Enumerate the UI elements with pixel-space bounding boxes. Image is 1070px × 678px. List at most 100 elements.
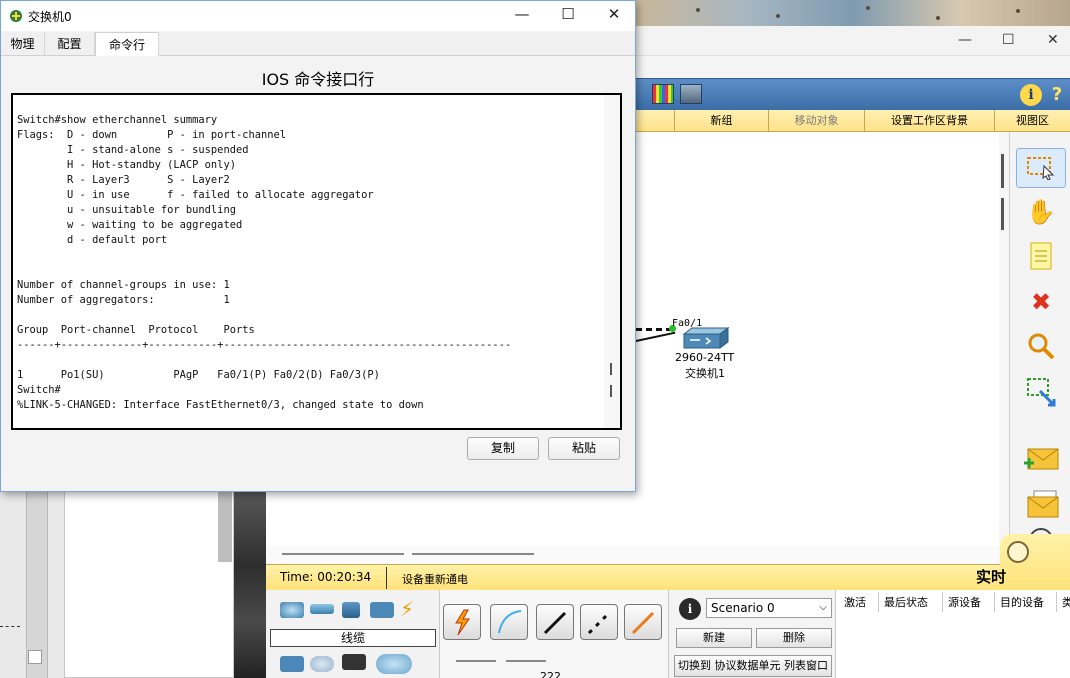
time-separator	[386, 567, 387, 589]
workspace-horizontal-scrollbar[interactable]	[266, 546, 999, 564]
cable-panel-scroll-thumb[interactable]	[456, 660, 496, 662]
column-header-destination[interactable]: 目的设备	[1000, 594, 1044, 610]
column-divider	[1056, 592, 1057, 612]
clock-icon[interactable]	[1007, 541, 1029, 563]
cable-panel-scroll-thumb-2[interactable]	[506, 660, 546, 662]
scenario-select[interactable]: Scenario 0 ⌵	[706, 598, 832, 618]
scenario-selected-value: Scenario 0	[711, 601, 775, 615]
tab-cli[interactable]: 命令行	[95, 32, 159, 56]
close-icon[interactable]: ✕	[591, 5, 637, 23]
time-bar: Time: 00:20:34 设备重新通电	[266, 564, 1000, 590]
terminal-line: Switch#	[17, 384, 61, 396]
toggle-pdu-list-button[interactable]: 切换到 协议数据单元 列表窗口	[674, 655, 832, 677]
straight-through-cable-button[interactable]	[536, 604, 574, 640]
maximize-icon[interactable]: ☐	[1002, 32, 1015, 48]
switch-category-icon[interactable]	[310, 604, 334, 614]
terminal-line: 1 Po1(SU) PAgP Fa0/1(P) Fa0/2(D) Fa0/3(P…	[17, 369, 380, 381]
fiber-cable-button[interactable]	[624, 604, 662, 640]
column-header-fire[interactable]: 激活	[844, 594, 866, 610]
wan-emulation-icon[interactable]	[310, 656, 334, 672]
terminal-line: w - waiting to be aggregated	[17, 219, 243, 231]
scenario-info-icon[interactable]: i	[679, 598, 701, 620]
left-dashed-line	[0, 626, 20, 627]
set-background-button[interactable]: 设置工作区背景	[864, 110, 994, 132]
palette-icon[interactable]	[652, 84, 674, 104]
terminal-output[interactable]: Switch#show etherchannel summary Flags: D…	[17, 113, 605, 413]
terminal-line: %LINK-5-CHANGED: Interface FastEthernet0…	[17, 399, 424, 411]
delete-scenario-button[interactable]: 删除	[756, 628, 832, 648]
switch-app-icon	[9, 9, 23, 23]
tab-config[interactable]: 配置	[45, 32, 95, 56]
logical-workspace-bar: 新组 移动对象 设置工作区背景 视图区	[636, 110, 1070, 132]
left-small-box[interactable]	[28, 650, 42, 664]
close-icon[interactable]: ✕	[1047, 32, 1059, 48]
viewport-button[interactable]: 视图区	[994, 110, 1070, 132]
paste-button[interactable]: 粘贴	[548, 437, 620, 460]
help-icon[interactable]: ?	[1046, 84, 1068, 106]
left-panel-list	[64, 490, 234, 678]
column-header-type[interactable]: 类	[1062, 594, 1070, 610]
tab-physical[interactable]: 物理	[1, 32, 45, 56]
connections-icon[interactable]: ⚡	[400, 599, 426, 620]
delete-tool-icon[interactable]: ✖	[1016, 282, 1066, 322]
main-toolbar: i ?	[636, 78, 1070, 110]
left-panel-scrollbar[interactable]	[218, 490, 232, 562]
terminal-line: H - Hot-standby (LACP only)	[17, 159, 236, 171]
crossover-cable-button[interactable]	[580, 604, 618, 640]
copy-button[interactable]: 复制	[467, 437, 539, 460]
note-tool-icon[interactable]	[1016, 236, 1066, 276]
power-cycle-button[interactable]: 设备重新通电	[402, 571, 468, 587]
cli-heading: IOS 命令接口行	[261, 70, 375, 89]
switch-config-dialog: 交换机0 — ☐ ✕ 物理 配置 命令行 IOS 命令接口行 Switch#sh…	[0, 0, 636, 492]
device-model-label: 2960-24TT	[675, 351, 735, 364]
cable-dashed[interactable]	[636, 328, 672, 331]
router-icon[interactable]	[280, 602, 304, 618]
workspace-vertical-scrollbar[interactable]	[999, 132, 1009, 564]
column-divider	[994, 592, 995, 612]
dialog-title: 交换机0	[28, 10, 72, 24]
device-name-label: 交换机1	[685, 367, 725, 380]
new-cluster-button[interactable]: 新组	[674, 110, 768, 132]
column-header-source[interactable]: 源设备	[948, 594, 981, 610]
add-simple-pdu-icon[interactable]	[1016, 438, 1066, 478]
terminal-line: I - stand-alone s - suspended	[17, 144, 249, 156]
custom-device-icon[interactable]	[342, 654, 366, 670]
terminal-line: Group Port-channel Protocol Ports	[17, 324, 255, 336]
info-icon[interactable]: i	[1020, 84, 1042, 106]
column-divider	[878, 592, 879, 612]
terminal-line: Switch#show etherchannel summary	[17, 114, 218, 126]
hub-icon[interactable]	[342, 602, 360, 618]
wireless-icon[interactable]	[370, 602, 394, 618]
auto-cable-button[interactable]	[443, 604, 481, 640]
end-device-icon[interactable]	[280, 656, 304, 672]
terminal-line: U - in use f - failed to allocate aggreg…	[17, 189, 374, 201]
terminal-line: Number of aggregators: 1	[17, 294, 230, 306]
console-cable-button[interactable]	[490, 604, 528, 640]
minimize-icon[interactable]: —	[958, 32, 972, 48]
terminal-line: d - default port	[17, 234, 168, 246]
multiuser-icon[interactable]	[376, 654, 412, 674]
terminal-scrollbar[interactable]	[604, 95, 620, 428]
inspect-tool-icon[interactable]	[1016, 326, 1066, 366]
move-object-button[interactable]: 移动对象	[768, 110, 864, 132]
common-tools-bar: ✋ ✖	[1009, 132, 1070, 564]
resize-shape-icon[interactable]	[1016, 372, 1066, 412]
column-header-last-status[interactable]: 最后状态	[884, 594, 928, 610]
terminal-line: Number of channel-groups in use: 1	[17, 279, 230, 291]
chevron-down-icon: ⌵	[819, 602, 827, 613]
maximize-icon[interactable]: ☐	[545, 5, 591, 23]
realtime-label: 实时	[976, 568, 1007, 586]
left-panel-image-strip	[234, 490, 266, 678]
new-scenario-button[interactable]: 新建	[676, 628, 752, 648]
select-tool-icon[interactable]	[1016, 148, 1066, 188]
hand-tool-icon[interactable]: ✋	[1016, 192, 1066, 232]
minimize-icon[interactable]: —	[499, 5, 545, 23]
dialog-titlebar[interactable]: 交换机0 — ☐ ✕	[1, 1, 635, 31]
device-template-icon[interactable]	[680, 84, 702, 104]
main-titlebar: — ☐ ✕	[636, 26, 1070, 56]
ios-terminal[interactable]: Switch#show etherchannel summary Flags: D…	[11, 93, 622, 430]
add-complex-pdu-icon[interactable]	[1016, 484, 1066, 524]
switch-icon[interactable]	[678, 326, 730, 350]
